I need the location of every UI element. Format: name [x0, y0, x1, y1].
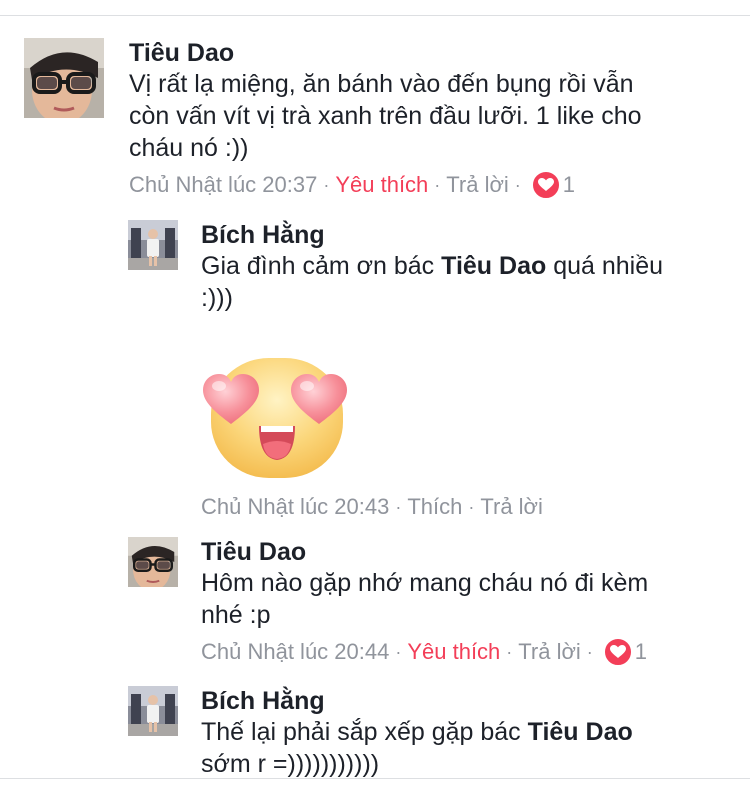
reply-button[interactable]: Trả lời: [480, 492, 543, 522]
avatar-photo: [128, 686, 178, 736]
like-button[interactable]: Thích: [407, 492, 462, 522]
comment-text: Gia đình cảm ơn bác Tiêu Dao quá nhiều :…: [201, 250, 736, 314]
separator-dot: ·: [323, 175, 330, 195]
comment-author[interactable]: Bích Hằng: [201, 686, 736, 716]
comment-text-line: Vị rất lạ miệng, ăn bánh vào đến bụng rồ…: [129, 70, 634, 98]
reply-bich-hang-2: Bích Hằng Thế lại phải sắp xếp gặp bác T…: [128, 686, 738, 778]
avatar[interactable]: [128, 686, 178, 736]
avatar[interactable]: [128, 220, 178, 270]
separator-dot: ·: [395, 497, 402, 517]
comment-text-segment: Gia đình cảm ơn bác: [201, 252, 442, 280]
comment-text: Thế lại phải sắp xếp gặp bác Tiêu Dao sớ…: [201, 716, 736, 778]
mention-link[interactable]: Tiêu Dao: [441, 252, 546, 280]
comment-text-line: Hôm nào gặp nhớ mang cháu nó đi kèm: [201, 569, 649, 597]
comment-timestamp[interactable]: Chủ Nhật lúc 20:44: [201, 637, 389, 667]
comment-meta: Chủ Nhật lúc 20:43 · Thích · Trả lời: [201, 492, 736, 522]
comment-meta: Chủ Nhật lúc 20:44 · Yêu thích · Trả lời…: [201, 637, 736, 667]
bottom-divider: [0, 778, 750, 779]
reaction-summary[interactable]: 1: [602, 637, 648, 667]
comment-text-line: còn vấn vít vị trà xanh trên đầu lưỡi. 1…: [129, 102, 642, 130]
comment-timestamp[interactable]: Chủ Nhật lúc 20:43: [201, 492, 389, 522]
comment-text-line: :))): [201, 284, 233, 312]
comment-text-line: Gia đình cảm ơn bác Tiêu Dao quá nhiều: [201, 250, 736, 282]
reaction-summary[interactable]: 1: [530, 170, 576, 200]
reply-button[interactable]: Trả lời: [518, 637, 581, 667]
comment-author[interactable]: Bích Hằng: [201, 220, 736, 250]
comment-tieu-dao-1: Tiêu Dao Vị rất lạ miệng, ăn bánh vào đế…: [24, 38, 734, 203]
separator-dot: ·: [514, 175, 521, 195]
comment-text: Hôm nào gặp nhớ mang cháu nó đi kèm nhé …: [201, 567, 736, 631]
separator-dot: ·: [395, 642, 402, 662]
top-divider: [0, 15, 750, 16]
comment-text-line: Thế lại phải sắp xếp gặp bác Tiêu Dao: [201, 716, 736, 748]
reaction-count: 1: [634, 639, 648, 664]
sticker[interactable]: [201, 354, 351, 484]
comment-meta: Chủ Nhật lúc 20:37 · Yêu thích · Trả lời…: [129, 170, 729, 200]
heart-eyes-emoji-icon: [203, 358, 347, 478]
comment-timestamp[interactable]: Chủ Nhật lúc 20:37: [129, 170, 317, 200]
comment-text-line: nhé :p: [201, 601, 271, 629]
comment-text-segment: quá nhiều: [546, 252, 664, 280]
avatar-photo: [24, 38, 104, 118]
separator-dot: ·: [506, 642, 513, 662]
separator-dot: ·: [468, 497, 475, 517]
comment-author[interactable]: Tiêu Dao: [201, 537, 736, 567]
avatar-photo: [128, 537, 178, 587]
comment-text-segment: Thế lại phải sắp xếp gặp bác: [201, 718, 528, 746]
comment-text-line: sớm r =))))))))))): [201, 750, 380, 778]
comment-text: Vị rất lạ miệng, ăn bánh vào đến bụng rồ…: [129, 68, 729, 164]
reply-bich-hang-1: Bích Hằng Gia đình cảm ơn bác Tiêu Dao q…: [128, 220, 738, 520]
reply-button[interactable]: Trả lời: [446, 170, 509, 200]
separator-dot: ·: [434, 175, 441, 195]
comment-text-line: cháu nó :)): [129, 134, 249, 162]
mention-link[interactable]: Tiêu Dao: [528, 718, 633, 746]
avatar[interactable]: [128, 537, 178, 587]
avatar[interactable]: [24, 38, 104, 118]
reply-tieu-dao-2: Tiêu Dao Hôm nào gặp nhớ mang cháu nó đi…: [128, 537, 738, 672]
comment-author[interactable]: Tiêu Dao: [129, 38, 729, 68]
separator-dot: ·: [586, 642, 593, 662]
love-reaction-icon: [530, 170, 561, 200]
reaction-count: 1: [562, 172, 576, 197]
like-button[interactable]: Yêu thích: [335, 170, 428, 200]
avatar-photo: [128, 220, 178, 270]
like-button[interactable]: Yêu thích: [407, 637, 500, 667]
love-reaction-icon: [602, 637, 633, 667]
